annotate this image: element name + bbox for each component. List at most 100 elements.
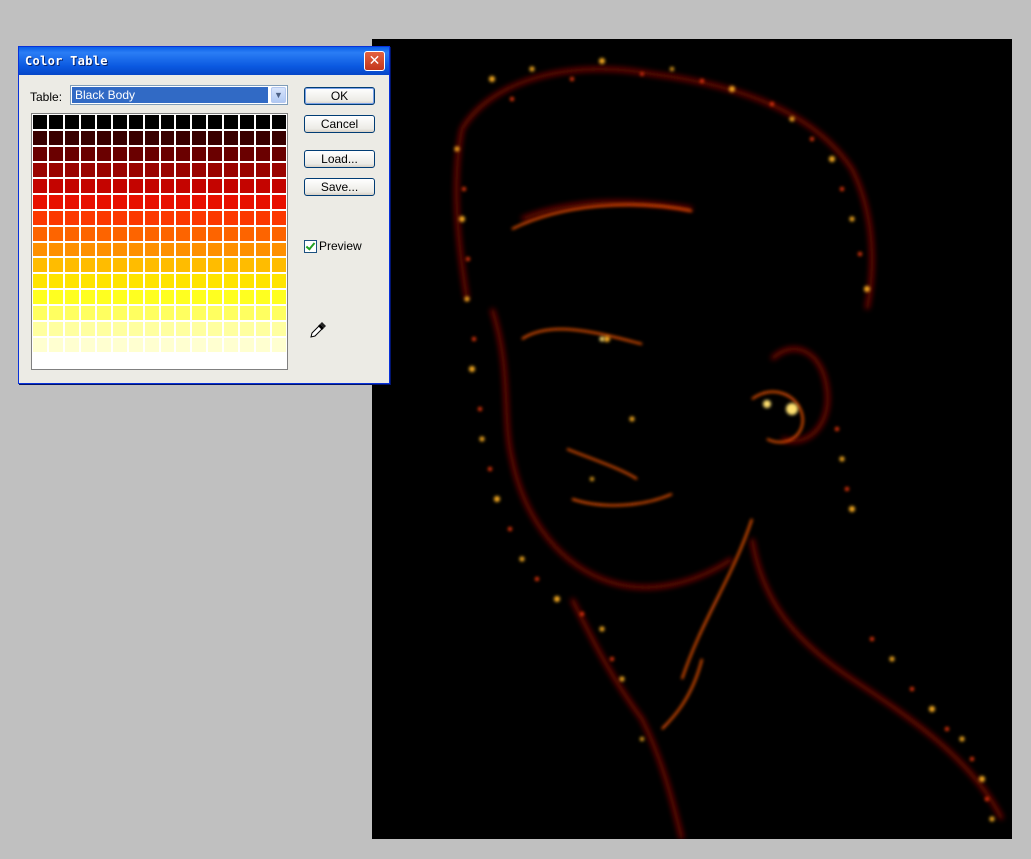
color-swatch[interactable] — [143, 241, 160, 258]
color-swatch[interactable] — [79, 114, 96, 130]
color-swatch[interactable] — [32, 209, 48, 226]
color-swatch[interactable] — [111, 337, 128, 354]
color-swatch[interactable] — [143, 177, 160, 194]
color-swatch[interactable] — [95, 337, 112, 354]
color-swatch[interactable] — [271, 321, 287, 338]
color-swatch[interactable] — [111, 161, 128, 178]
color-swatch[interactable] — [63, 193, 80, 210]
color-swatch[interactable] — [255, 305, 272, 322]
color-swatch[interactable] — [239, 241, 256, 258]
color-swatch[interactable] — [32, 241, 48, 258]
color-swatch[interactable] — [79, 353, 96, 369]
color-swatch[interactable] — [191, 161, 208, 178]
color-swatch[interactable] — [223, 145, 240, 162]
color-swatch[interactable] — [63, 289, 80, 306]
color-swatch[interactable] — [223, 289, 240, 306]
color-swatch[interactable] — [223, 353, 240, 369]
color-swatch[interactable] — [79, 193, 96, 210]
color-swatch[interactable] — [95, 273, 112, 290]
color-swatch[interactable] — [127, 337, 144, 354]
color-swatch[interactable] — [95, 209, 112, 226]
color-swatch[interactable] — [207, 321, 224, 338]
color-swatch[interactable] — [255, 161, 272, 178]
color-swatch[interactable] — [159, 193, 176, 210]
color-swatch[interactable] — [143, 145, 160, 162]
color-swatch[interactable] — [127, 209, 144, 226]
color-swatch[interactable] — [207, 161, 224, 178]
color-swatch[interactable] — [191, 321, 208, 338]
color-swatch[interactable] — [191, 305, 208, 322]
color-swatch[interactable] — [95, 353, 112, 369]
color-swatch[interactable] — [239, 257, 256, 274]
color-swatch[interactable] — [223, 193, 240, 210]
color-swatch[interactable] — [191, 209, 208, 226]
color-swatch[interactable] — [255, 337, 272, 354]
color-swatch[interactable] — [95, 257, 112, 274]
color-swatch[interactable] — [111, 289, 128, 306]
color-swatch[interactable] — [239, 305, 256, 322]
color-swatch[interactable] — [191, 273, 208, 290]
color-swatch[interactable] — [95, 241, 112, 258]
color-swatch[interactable] — [255, 289, 272, 306]
color-swatch[interactable] — [127, 305, 144, 322]
color-swatch[interactable] — [111, 353, 128, 369]
color-swatch[interactable] — [255, 257, 272, 274]
color-swatch[interactable] — [47, 114, 64, 130]
color-swatch[interactable] — [271, 337, 287, 354]
color-swatch[interactable] — [159, 145, 176, 162]
color-swatch[interactable] — [47, 273, 64, 290]
color-swatch[interactable] — [255, 353, 272, 369]
color-swatch[interactable] — [111, 241, 128, 258]
color-swatch[interactable] — [79, 289, 96, 306]
color-swatch[interactable] — [239, 337, 256, 354]
color-swatch[interactable] — [32, 305, 48, 322]
color-swatch[interactable] — [175, 353, 192, 369]
color-swatch[interactable] — [47, 337, 64, 354]
color-swatch[interactable] — [239, 177, 256, 194]
color-swatch[interactable] — [239, 321, 256, 338]
color-swatch[interactable] — [223, 321, 240, 338]
color-swatch[interactable] — [223, 114, 240, 130]
color-swatch[interactable] — [239, 209, 256, 226]
color-swatch[interactable] — [255, 177, 272, 194]
color-swatch[interactable] — [271, 177, 287, 194]
color-swatch[interactable] — [271, 114, 287, 130]
color-swatch[interactable] — [271, 209, 287, 226]
color-swatch[interactable] — [127, 353, 144, 369]
color-swatch[interactable] — [175, 273, 192, 290]
color-swatch[interactable] — [239, 289, 256, 306]
color-swatch[interactable] — [175, 257, 192, 274]
color-swatch[interactable] — [111, 193, 128, 210]
color-swatch[interactable] — [207, 209, 224, 226]
color-swatch[interactable] — [63, 305, 80, 322]
close-button[interactable]: ✕ — [364, 51, 385, 71]
color-swatch[interactable] — [143, 353, 160, 369]
color-swatch[interactable] — [127, 273, 144, 290]
color-swatch[interactable] — [207, 145, 224, 162]
color-swatch[interactable] — [255, 273, 272, 290]
color-swatch[interactable] — [255, 241, 272, 258]
color-swatch[interactable] — [159, 257, 176, 274]
ok-button[interactable]: OK — [304, 87, 375, 105]
color-swatch[interactable] — [79, 305, 96, 322]
color-swatch[interactable] — [79, 225, 96, 242]
color-swatch[interactable] — [32, 337, 48, 354]
color-swatch[interactable] — [63, 241, 80, 258]
color-swatch[interactable] — [95, 114, 112, 130]
color-swatch[interactable] — [127, 177, 144, 194]
color-swatch[interactable] — [271, 225, 287, 242]
color-swatch[interactable] — [207, 241, 224, 258]
color-swatch[interactable] — [32, 129, 48, 146]
color-swatch[interactable] — [143, 161, 160, 178]
color-swatch[interactable] — [79, 257, 96, 274]
color-swatch[interactable] — [47, 321, 64, 338]
color-swatch[interactable] — [271, 129, 287, 146]
color-swatch[interactable] — [175, 225, 192, 242]
color-swatch[interactable] — [255, 209, 272, 226]
color-swatch[interactable] — [223, 177, 240, 194]
color-swatch[interactable] — [239, 273, 256, 290]
color-swatch[interactable] — [63, 257, 80, 274]
color-swatch[interactable] — [32, 193, 48, 210]
color-swatch[interactable] — [47, 289, 64, 306]
color-swatch[interactable] — [79, 241, 96, 258]
